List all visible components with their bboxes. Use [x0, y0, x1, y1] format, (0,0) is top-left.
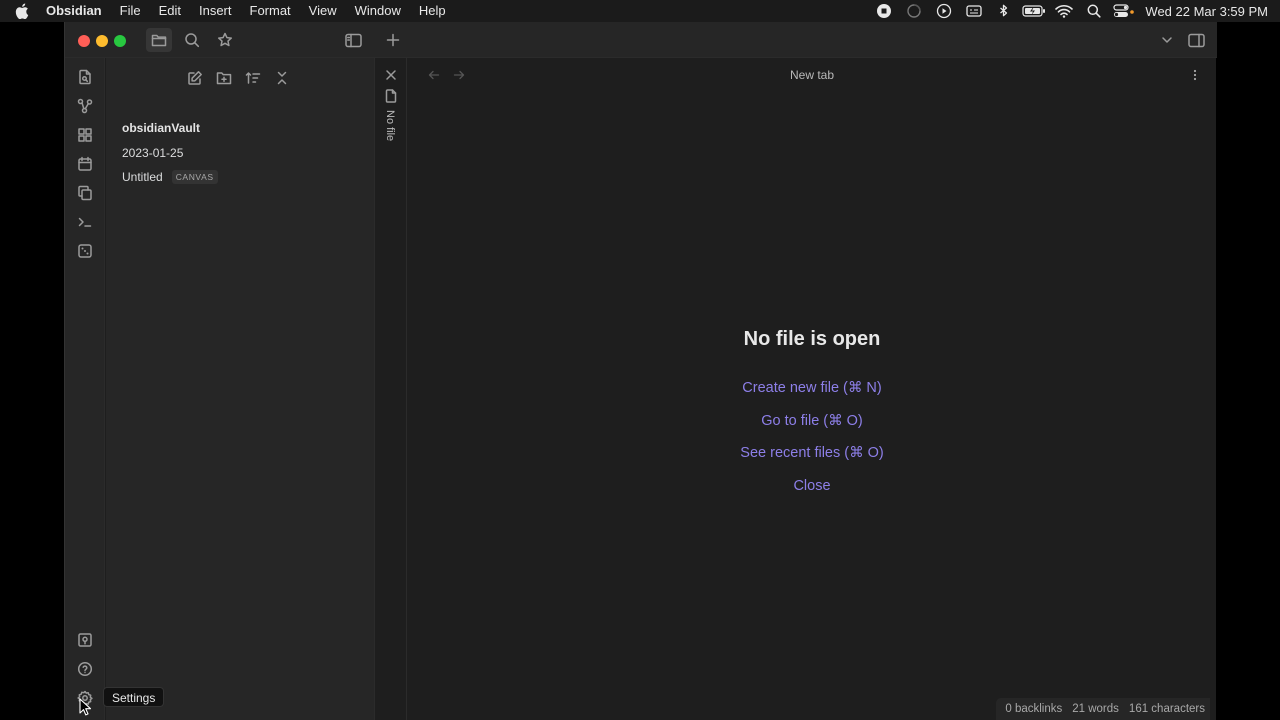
search-tab-button[interactable] — [179, 28, 205, 52]
new-note-button[interactable] — [183, 66, 207, 90]
file-icon — [385, 89, 397, 103]
help-button[interactable] — [72, 656, 98, 682]
menu-app-name[interactable]: Obsidian — [44, 0, 111, 22]
insert-template-button[interactable] — [72, 180, 98, 206]
star-icon — [217, 32, 233, 48]
layout-dashboard-icon — [77, 127, 93, 143]
create-new-file-link[interactable]: Create new file (⌘ N) — [408, 372, 1216, 405]
dice-icon — [77, 243, 93, 259]
menu-format[interactable]: Format — [241, 0, 300, 22]
spotlight-search-icon[interactable] — [1079, 0, 1109, 22]
obsidian-window: obsidianVault 2023-01-25 Untitled CANVAS… — [64, 22, 1217, 720]
open-another-vault-button[interactable] — [72, 627, 98, 653]
open-graph-view-button[interactable] — [72, 93, 98, 119]
vault-icon — [77, 632, 93, 648]
close-window-button[interactable] — [78, 35, 90, 47]
file-item-label: 2023-01-25 — [122, 146, 184, 160]
menu-file[interactable]: File — [111, 0, 150, 22]
stacked-tab[interactable]: No file — [375, 58, 407, 720]
terminal-icon — [77, 214, 93, 230]
file-item-label: Untitled — [122, 170, 163, 184]
menu-window[interactable]: Window — [346, 0, 410, 22]
chevron-down-icon — [1160, 33, 1174, 47]
control-center-icon[interactable] — [1109, 0, 1139, 22]
bookmarks-tab-button[interactable] — [212, 28, 238, 52]
bluetooth-icon[interactable] — [989, 0, 1019, 22]
screen-record-icon[interactable] — [869, 0, 899, 22]
mouse-cursor-icon — [79, 698, 91, 716]
open-quick-switcher-button[interactable] — [72, 64, 98, 90]
change-sort-order-button[interactable] — [241, 66, 265, 90]
vault-name[interactable]: obsidianVault — [122, 121, 200, 135]
word-count: 21 words — [1072, 703, 1119, 715]
file-item[interactable]: Untitled CANVAS — [122, 170, 218, 184]
apple-menu-icon[interactable] — [0, 3, 44, 19]
go-to-file-link[interactable]: Go to file (⌘ O) — [408, 405, 1216, 438]
sort-ascending-icon — [245, 70, 261, 86]
spinner-icon[interactable] — [899, 0, 929, 22]
help-circle-icon — [77, 661, 93, 677]
search-icon — [184, 32, 200, 48]
main-workspace: No file New tab No file is open Create n… — [375, 58, 1216, 720]
character-count: 161 characters — [1128, 703, 1205, 715]
left-ribbon — [65, 58, 105, 720]
copy-icon — [77, 185, 93, 201]
file-explorer-tab-button[interactable] — [146, 28, 172, 52]
view-title: New tab — [789, 68, 835, 82]
stacked-tab-label: No file — [384, 110, 396, 142]
new-folder-button[interactable] — [212, 66, 236, 90]
plus-icon — [386, 33, 400, 47]
close-tab-button[interactable] — [384, 68, 398, 82]
backlinks-count[interactable]: 0 backlinks — [1000, 703, 1067, 715]
chevrons-collapse-icon — [274, 70, 290, 86]
macos-menu-bar: Obsidian File Edit Insert Format View Wi… — [0, 0, 1280, 22]
calendar-icon — [77, 156, 93, 172]
zoom-window-button[interactable] — [114, 35, 126, 47]
close-link[interactable]: Close — [408, 470, 1216, 503]
sidebar-left-icon — [344, 33, 362, 48]
minimize-window-button[interactable] — [96, 35, 108, 47]
view-header: New tab — [408, 58, 1216, 92]
open-random-note-button[interactable] — [72, 238, 98, 264]
battery-icon[interactable] — [1019, 0, 1049, 22]
graph-icon — [77, 98, 93, 114]
more-options-button[interactable] — [1188, 68, 1202, 82]
menu-help[interactable]: Help — [410, 0, 455, 22]
new-tab-button[interactable] — [380, 28, 406, 52]
menu-view[interactable]: View — [300, 0, 346, 22]
toggle-right-sidebar-button[interactable] — [1183, 28, 1209, 52]
status-bar: 0 backlinks 21 words 161 characters — [996, 698, 1210, 720]
wifi-icon[interactable] — [1049, 0, 1079, 22]
close-icon — [385, 69, 397, 81]
menubar-clock[interactable]: Wed 22 Mar 3:59 PM — [1139, 4, 1280, 19]
open-daily-note-button[interactable] — [72, 151, 98, 177]
empty-state: No file is open Create new file (⌘ N) Go… — [408, 328, 1216, 502]
see-recent-files-link[interactable]: See recent files (⌘ O) — [408, 437, 1216, 470]
settings-tooltip: Settings — [103, 687, 165, 707]
more-vertical-icon — [1193, 69, 1197, 81]
open-command-palette-button[interactable] — [72, 209, 98, 235]
collapse-all-button[interactable] — [270, 66, 294, 90]
toggle-left-sidebar-button[interactable] — [340, 28, 366, 52]
folder-plus-icon — [216, 70, 232, 86]
file-item[interactable]: 2023-01-25 — [122, 146, 183, 160]
folder-icon — [151, 32, 167, 48]
menu-edit[interactable]: Edit — [150, 0, 190, 22]
tab-list-dropdown-button[interactable] — [1154, 28, 1180, 52]
empty-state-title: No file is open — [743, 328, 881, 350]
edit-icon — [187, 70, 203, 86]
file-search-icon — [77, 69, 93, 85]
file-type-tag: CANVAS — [171, 170, 218, 184]
sidebar-right-icon — [1187, 33, 1205, 48]
window-titlebar — [65, 22, 1217, 58]
create-canvas-button[interactable] — [72, 122, 98, 148]
play-icon[interactable] — [929, 0, 959, 22]
file-explorer-pane: obsidianVault 2023-01-25 Untitled CANVAS — [106, 58, 375, 720]
keyboard-viewer-icon[interactable] — [959, 0, 989, 22]
menu-insert[interactable]: Insert — [190, 0, 241, 22]
